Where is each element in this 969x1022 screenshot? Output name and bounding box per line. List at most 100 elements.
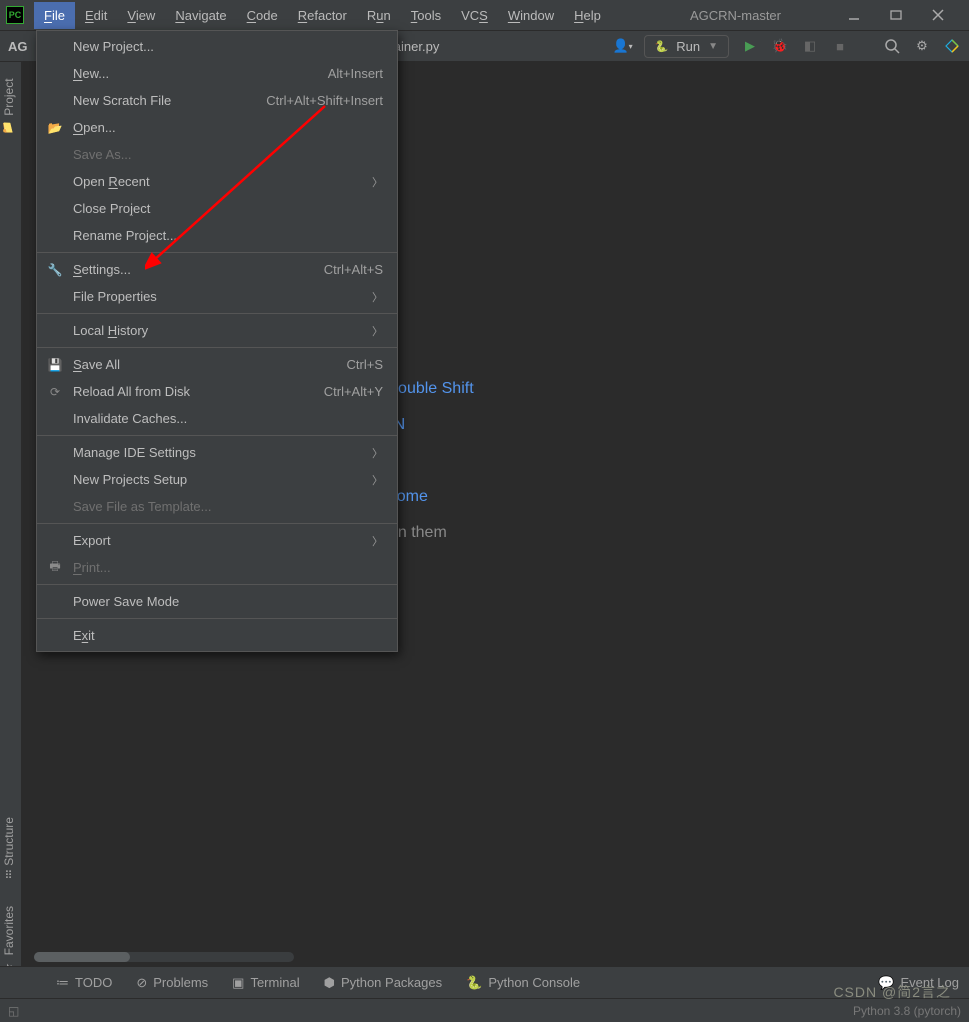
menu-item-invalidate-caches[interactable]: Invalidate Caches... (37, 405, 397, 432)
run-config-label: Run (676, 39, 700, 54)
quick-access-icon[interactable]: ◱ (8, 1004, 19, 1018)
menu-navigate[interactable]: Navigate (165, 2, 236, 29)
pycharm-logo-icon: PC (6, 6, 24, 24)
menu-item-reload-all-from-disk[interactable]: ⟳Reload All from DiskCtrl+Alt+Y (37, 378, 397, 405)
menu-item-label: Save As... (73, 147, 132, 162)
scrollbar-thumb[interactable] (34, 952, 130, 962)
menu-item-label: Open Recent (73, 174, 150, 189)
menu-item-save-file-as-template: Save File as Template... (37, 493, 397, 520)
menu-edit[interactable]: Edit (75, 2, 117, 29)
menu-file[interactable]: File (34, 2, 75, 29)
debug-button[interactable]: 🐞 (771, 37, 789, 55)
chevron-right-icon: 〉 (372, 323, 383, 339)
menu-item-label: Invalidate Caches... (73, 411, 187, 426)
menu-item-local-history[interactable]: Local History〉 (37, 317, 397, 344)
menu-refactor[interactable]: Refactor (288, 2, 357, 29)
menu-item-label: New... (73, 66, 109, 81)
menu-item-open[interactable]: 📂Open... (37, 114, 397, 141)
console-icon: 🐍 (466, 975, 482, 991)
menu-item-close-project[interactable]: Close Project (37, 195, 397, 222)
tool-window-python-console[interactable]: 🐍Python Console (466, 975, 580, 991)
menu-item-label: Save File as Template... (73, 499, 212, 514)
tool-window-structure[interactable]: ⠿ Structure (0, 807, 18, 890)
tool-window-todo[interactable]: ≔TODO (56, 975, 112, 991)
chevron-down-icon: ▼ (708, 41, 718, 52)
menu-item-new[interactable]: New...Alt+Insert (37, 60, 397, 87)
menu-view[interactable]: View (117, 2, 165, 29)
menu-separator (37, 252, 397, 253)
menu-item-label: Exit (73, 628, 95, 643)
menu-window[interactable]: Window (498, 2, 564, 29)
run-configuration-selector[interactable]: 🐍 Run ▼ (644, 35, 729, 58)
minimize-button[interactable] (845, 9, 863, 21)
left-tool-window-bar: 📁 Project ⠿ Structure ★ Favorites (0, 62, 22, 990)
menu-item-label: Power Save Mode (73, 594, 179, 609)
menu-run[interactable]: Run (357, 2, 401, 29)
chevron-right-icon: 〉 (372, 472, 383, 488)
menu-item-rename-project[interactable]: Rename Project... (37, 222, 397, 249)
packages-icon: ⬢ (324, 975, 335, 991)
menu-vcs[interactable]: VCS (451, 2, 498, 29)
tool-window-python-packages[interactable]: ⬢Python Packages (324, 975, 443, 991)
coverage-button[interactable]: ◧ (801, 37, 819, 55)
menu-item-new-projects-setup[interactable]: New Projects Setup 〉 (37, 466, 397, 493)
chevron-right-icon: 〉 (372, 289, 383, 305)
menu-item-file-properties[interactable]: File Properties 〉 (37, 283, 397, 310)
menu-item-open-recent[interactable]: Open Recent 〉 (37, 168, 397, 195)
run-button[interactable]: ▶ (741, 37, 759, 55)
jetbrains-toolbox-icon[interactable] (943, 37, 961, 55)
menu-tools[interactable]: Tools (401, 2, 451, 29)
menu-item-label: Print... (73, 560, 111, 575)
tool-window-problems[interactable]: ⊘Problems (136, 975, 208, 991)
menu-item-new-project[interactable]: New Project... (37, 33, 397, 60)
menu-item-shortcut: Ctrl+Alt+S (324, 262, 383, 277)
menu-help[interactable]: Help (564, 2, 611, 29)
status-bar: ◱ Python 3.8 (pytorch) (0, 998, 969, 1022)
menu-item-export[interactable]: Export〉 (37, 527, 397, 554)
maximize-button[interactable] (887, 9, 905, 21)
menu-item-print: 🖶Print... (37, 554, 397, 581)
menu-item-label: Close Project (73, 201, 150, 216)
menu-item-label: New Projects Setup (73, 472, 187, 487)
python-icon: 🐍 (655, 40, 669, 53)
tool-window-terminal[interactable]: ▣Terminal (232, 975, 299, 991)
menu-item-label: File Properties (73, 289, 157, 304)
menu-item-settings[interactable]: 🔧Settings...Ctrl+Alt+S (37, 256, 397, 283)
menu-item-shortcut: Ctrl+Alt+Shift+Insert (266, 93, 383, 108)
menu-item-label: Save All (73, 357, 120, 372)
todo-icon: ≔ (56, 975, 69, 991)
menu-item-manage-ide-settings[interactable]: Manage IDE Settings 〉 (37, 439, 397, 466)
menu-item-label: New Project... (73, 39, 154, 54)
wrench-icon: 🔧 (47, 263, 63, 277)
menu-item-new-scratch-file[interactable]: New Scratch FileCtrl+Alt+Shift+Insert (37, 87, 397, 114)
chevron-right-icon: 〉 (372, 445, 383, 461)
settings-button[interactable]: ⚙ (913, 37, 931, 55)
tool-window-project[interactable]: 📁 Project (0, 68, 18, 145)
watermark-text: CSDN @简2言之 (833, 982, 951, 1002)
menu-separator (37, 313, 397, 314)
titlebar: PC FileEditViewNavigateCodeRefactorRunTo… (0, 0, 969, 30)
menu-item-label: Manage IDE Settings (73, 445, 196, 460)
user-icon[interactable]: 👤▾ (614, 37, 632, 55)
menu-item-shortcut: Ctrl+Alt+Y (324, 384, 383, 399)
menu-item-shortcut: Ctrl+S (347, 357, 383, 372)
horizontal-scrollbar[interactable] (34, 952, 294, 962)
file-menu-dropdown: New Project... New...Alt+InsertNew Scratc… (36, 30, 398, 652)
menu-item-exit[interactable]: Exit (37, 622, 397, 649)
window-title: AGCRN-master (690, 8, 781, 23)
chevron-right-icon: 〉 (372, 174, 383, 190)
breadcrumb[interactable]: AG (8, 39, 28, 54)
menu-code[interactable]: Code (237, 2, 288, 29)
menu-item-power-save-mode[interactable]: Power Save Mode (37, 588, 397, 615)
menu-separator (37, 347, 397, 348)
menu-separator (37, 618, 397, 619)
reload-icon: ⟳ (47, 385, 63, 399)
menu-item-save-as: Save As... (37, 141, 397, 168)
close-button[interactable] (929, 9, 947, 21)
menu-item-save-all[interactable]: 💾Save AllCtrl+S (37, 351, 397, 378)
folder-icon: 📁 (2, 122, 15, 135)
open-icon: 📂 (47, 121, 63, 135)
problems-icon: ⊘ (136, 975, 147, 991)
search-everywhere-button[interactable] (883, 37, 901, 55)
interpreter-indicator[interactable]: Python 3.8 (pytorch) (853, 1004, 961, 1018)
